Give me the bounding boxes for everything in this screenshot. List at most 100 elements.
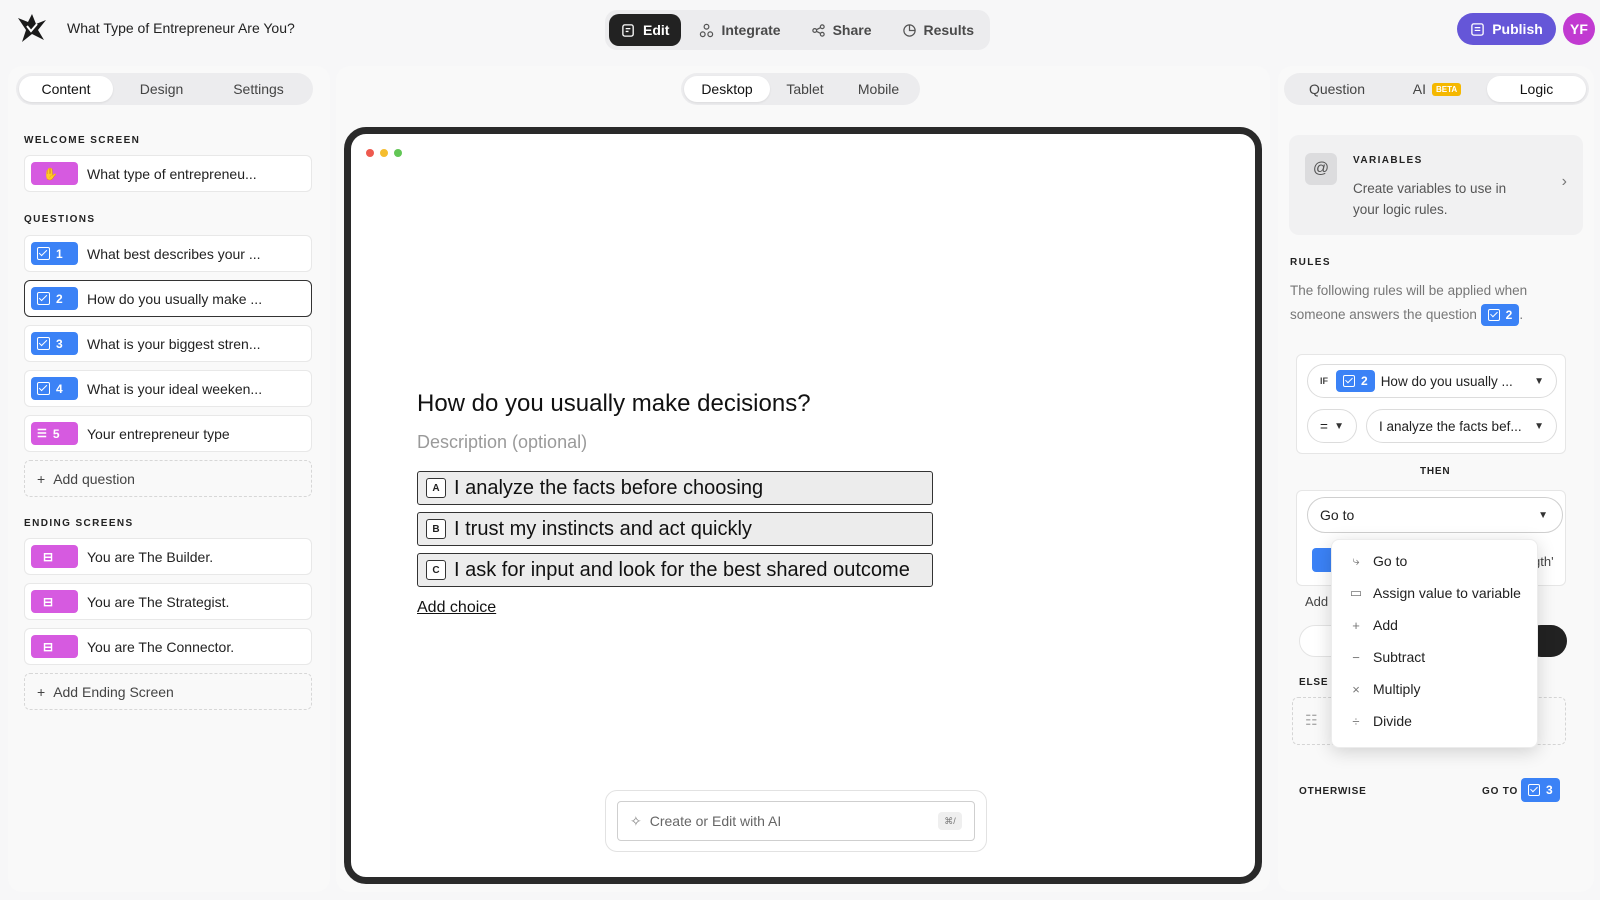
if-question-select[interactable]: IF 2 How do you usually ... ▼ — [1307, 364, 1557, 398]
beta-badge: BETA — [1432, 82, 1462, 96]
ai-prompt-input[interactable]: ✧ Create or Edit with AI ⌘/ — [617, 801, 975, 841]
questions-section-label: QUESTIONS — [24, 214, 96, 225]
tab-results[interactable]: Results — [890, 14, 987, 46]
top-bar: What Type of Entrepreneur Are You? Edit … — [0, 0, 1600, 58]
question-num: 2 — [56, 291, 63, 306]
publish-icon — [1471, 22, 1484, 36]
ending-badge: ⊟ — [31, 590, 78, 613]
question-title[interactable]: How do you usually make decisions? — [417, 390, 811, 418]
question-text: Your entrepreneur type — [87, 425, 230, 442]
question-description[interactable]: Description (optional) — [417, 432, 587, 453]
maximize-dot-icon — [394, 149, 402, 157]
menu-item-divide[interactable]: ÷ Divide — [1348, 713, 1412, 729]
choice-c[interactable]: C I ask for input and look for the best … — [417, 553, 933, 587]
tab-tablet[interactable]: Tablet — [770, 76, 840, 102]
add-ending-button[interactable]: + Add Ending Screen — [24, 673, 312, 710]
question-badge: 3 — [31, 332, 78, 355]
tab-share[interactable]: Share — [799, 14, 884, 46]
goto-icon: ⤷ — [1352, 553, 1360, 568]
app-logo-icon[interactable] — [16, 12, 48, 44]
operator-value: = — [1320, 418, 1328, 434]
publish-button[interactable]: Publish — [1457, 13, 1556, 45]
multiply-icon: × — [1352, 681, 1360, 697]
publish-label: Publish — [1492, 21, 1543, 37]
main-nav-tabs: Edit Integrate Share Results — [605, 10, 991, 50]
choice-a[interactable]: A I analyze the facts before choosing — [417, 471, 933, 505]
ending-item-3[interactable]: ⊟ You are The Connector. — [24, 628, 312, 665]
add-choice-link[interactable]: Add choice — [417, 599, 496, 617]
close-dot-icon — [366, 149, 374, 157]
user-avatar[interactable]: YF — [1563, 13, 1595, 45]
magic-wand-icon: ✧ — [630, 812, 642, 829]
menu-item-subtract[interactable]: − Subtract — [1348, 649, 1425, 665]
ai-prompt-container: ✧ Create or Edit with AI ⌘/ — [605, 790, 987, 852]
chevron-down-icon: ▼ — [1538, 509, 1548, 521]
menu-item-add[interactable]: + Add — [1348, 617, 1398, 633]
question-item-5[interactable]: ☰ 5 Your entrepreneur type — [24, 415, 312, 452]
choice-b[interactable]: B I trust my instincts and act quickly — [417, 512, 933, 546]
at-sign-icon: @ — [1305, 153, 1337, 185]
question-text: What is your ideal weeken... — [87, 380, 263, 397]
welcome-screen-item[interactable]: ✋ What type of entrepreneu... — [24, 155, 312, 192]
question-text: What is your biggest stren... — [87, 335, 261, 352]
action-select[interactable]: Go to ▼ — [1307, 497, 1563, 533]
tab-content[interactable]: Content — [19, 76, 113, 102]
menu-item-goto[interactable]: ⤷ Go to — [1348, 553, 1407, 569]
rules-period: . — [1519, 307, 1524, 322]
ending-text: You are The Builder. — [87, 548, 214, 565]
ending-text: You are The Strategist. — [87, 593, 230, 610]
ending-text: You are The Connector. — [87, 638, 235, 655]
question-item-2[interactable]: 2 How do you usually make ... — [24, 280, 312, 317]
chevron-down-icon: ▼ — [1534, 375, 1544, 387]
question-text: What best describes your ... — [87, 245, 261, 262]
inspector-tabs: Question AI BETA Logic — [1284, 73, 1589, 105]
tab-settings[interactable]: Settings — [210, 76, 307, 102]
form-title[interactable]: What Type of Entrepreneur Are You? — [67, 20, 295, 36]
add-question-button[interactable]: + Add question — [24, 460, 312, 497]
checkbox-icon — [37, 247, 50, 260]
checkbox-icon — [37, 382, 50, 395]
choice-key: C — [426, 560, 446, 580]
add-action-link[interactable]: Add — [1305, 594, 1328, 609]
results-icon — [902, 23, 916, 37]
welcome-badge: ✋ — [31, 162, 78, 185]
tab-integrate[interactable]: Integrate — [687, 14, 792, 46]
tab-desktop[interactable]: Desktop — [684, 76, 770, 102]
otherwise-label: OTHERWISE — [1299, 786, 1367, 797]
content-tabs: Content Design Settings — [16, 73, 313, 105]
ending-item-1[interactable]: ⊟ You are The Builder. — [24, 538, 312, 575]
plus-icon: + — [1352, 617, 1360, 633]
tab-mobile[interactable]: Mobile — [840, 76, 917, 102]
if-value-select[interactable]: I analyze the facts bef... ▼ — [1366, 409, 1557, 443]
ending-item-2[interactable]: ⊟ You are The Strategist. — [24, 583, 312, 620]
choice-text: I analyze the facts before choosing — [454, 476, 764, 499]
else-label: ELSE — [1299, 677, 1329, 688]
tab-design[interactable]: Design — [113, 76, 210, 102]
menu-item-label: Add — [1373, 617, 1398, 633]
welcome-section-label: WELCOME SCREEN — [24, 135, 141, 146]
ending-screen-icon: ⊟ — [43, 549, 54, 564]
tab-integrate-label: Integrate — [721, 22, 781, 38]
question-item-3[interactable]: 3 What is your biggest stren... — [24, 325, 312, 362]
tab-edit[interactable]: Edit — [609, 14, 682, 46]
rules-question-num: 2 — [1505, 308, 1513, 323]
tab-logic[interactable]: Logic — [1487, 76, 1586, 102]
menu-item-label: Divide — [1373, 713, 1412, 729]
action-dropdown-menu: ⤷ Go to ▭ Assign value to variable + Add… — [1331, 539, 1538, 748]
otherwise-target-badge[interactable]: 3 — [1521, 778, 1560, 802]
if-question-badge: 2 — [1336, 370, 1375, 392]
menu-item-multiply[interactable]: × Multiply — [1348, 681, 1420, 697]
question-text: How do you usually make ... — [87, 290, 263, 307]
tab-ai-label: AI — [1412, 81, 1427, 97]
tab-question[interactable]: Question — [1287, 76, 1387, 102]
device-tabs: Desktop Tablet Mobile — [681, 73, 920, 105]
menu-item-assign-variable[interactable]: ▭ Assign value to variable — [1348, 585, 1521, 601]
operator-select[interactable]: = ▼ — [1307, 409, 1357, 443]
choice-key: A — [426, 478, 446, 498]
question-num: 5 — [52, 426, 60, 441]
question-item-4[interactable]: 4 What is your ideal weeken... — [24, 370, 312, 407]
tab-ai[interactable]: AI BETA — [1387, 76, 1487, 102]
variables-card[interactable]: @ VARIABLES Create variables to use in y… — [1289, 135, 1583, 235]
question-item-1[interactable]: 1 What best describes your ... — [24, 235, 312, 272]
welcome-item-text: What type of entrepreneu... — [87, 165, 257, 182]
